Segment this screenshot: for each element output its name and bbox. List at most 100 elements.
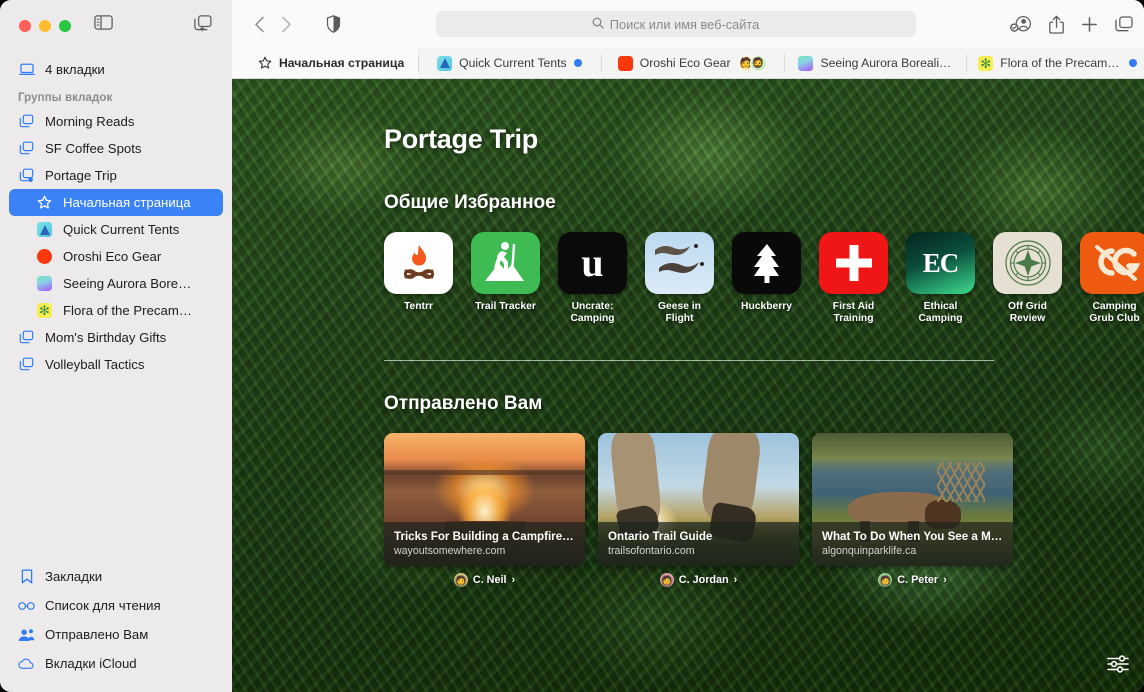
card-sender[interactable]: 🧑 C. Jordan ›: [598, 573, 799, 587]
sidebar-item-portage-trip[interactable]: Portage Trip: [9, 162, 223, 189]
favorite-label: Off Grid Review: [1008, 301, 1047, 324]
tab-oroshi-eco-gear[interactable]: Oroshi Eco Gear 🧑 🧔: [600, 48, 784, 78]
sidebar-item-volleyball-tactics[interactable]: Volleyball Tactics: [9, 351, 223, 378]
favicon-aurora-icon: [36, 275, 53, 292]
sidebar-item-seeing-aurora[interactable]: Seeing Aurora Bore…: [9, 270, 223, 297]
tab-group-icon: [18, 140, 35, 157]
address-bar[interactable]: Поиск или имя веб-сайта: [435, 11, 916, 37]
sidebar-item-flora-precambrian[interactable]: Flora of the Precam…: [9, 297, 223, 324]
sidebar-item-label: Morning Reads: [45, 114, 135, 129]
tab-participants: 🧑 🧔: [737, 54, 767, 72]
red-cross-logo-icon: [819, 232, 888, 294]
card-title: Ontario Trail Guide: [608, 530, 713, 543]
tab-label: Oroshi Eco Gear: [639, 56, 731, 70]
tab-group-icon: [18, 329, 35, 346]
profile-icon[interactable]: [1010, 15, 1032, 33]
chevron-right-icon: ›: [943, 574, 947, 586]
favorite-geese-in-flight[interactable]: Geese in Flight: [645, 232, 714, 324]
tab-seeing-aurora-borealis[interactable]: Seeing Aurora Boreali…: [783, 48, 967, 78]
shared-card[interactable]: Ontario Trail Guide trailsofontario.com: [598, 433, 799, 566]
forward-icon[interactable]: [273, 16, 300, 33]
sidebar-item-start-page[interactable]: Начальная страница: [9, 189, 223, 216]
sidebar-item-reading-list[interactable]: Список для чтения: [9, 591, 223, 620]
tab-flora-of-the-precambrian[interactable]: Flora of the Precambi…: [966, 48, 1144, 78]
favorite-label: Uncrate: Camping: [570, 301, 615, 324]
favorite-camping-grub-club[interactable]: Camping Grub Club: [1080, 232, 1144, 324]
card-url: algonquinparklife.ca: [822, 545, 917, 557]
plus-icon[interactable]: [1081, 16, 1098, 33]
avatar: 🧔: [749, 54, 767, 72]
sidebar-item-local-tabs[interactable]: 4 вкладки: [9, 56, 223, 83]
unread-indicator: [573, 59, 582, 67]
minimize-button[interactable]: [39, 20, 51, 32]
share-icon[interactable]: [1049, 15, 1064, 34]
sidebar-item-label: 4 вкладки: [45, 62, 105, 77]
sidebar-item-oroshi-eco-gear[interactable]: Oroshi Eco Gear: [9, 243, 223, 270]
favorite-uncrate-camping[interactable]: u Uncrate: Camping: [558, 232, 627, 324]
favorite-first-aid-training[interactable]: First Aid Training: [819, 232, 888, 324]
close-button[interactable]: [19, 20, 31, 32]
favorite-label: Huckberry: [741, 301, 792, 312]
favorite-label: Ethical Camping: [918, 301, 963, 324]
sidebar-item-bookmarks[interactable]: Закладки: [9, 562, 223, 591]
favicon-flora-icon: [978, 55, 994, 71]
browser-toolbar: Поиск или имя веб-сайта: [232, 0, 1144, 48]
sender-name: C. Peter: [897, 574, 939, 586]
favorite-huckberry[interactable]: Huckberry: [732, 232, 801, 324]
card-caption: Ontario Trail Guide trailsofontario.com: [598, 522, 799, 566]
sidebar-item-icloud-tabs[interactable]: Вкладки iCloud: [9, 649, 223, 678]
sidebar-item-label: Seeing Aurora Bore…: [63, 276, 192, 291]
card-sender[interactable]: 🧑 C. Neil ›: [384, 573, 585, 587]
favorite-ethical-camping[interactable]: EC Ethical Camping: [906, 232, 975, 324]
tab-group-icon: [18, 356, 35, 373]
card-url: trailsofontario.com: [608, 545, 695, 557]
avatar: 🧑: [878, 573, 893, 587]
sidebar-item-label: Начальная страница: [63, 195, 191, 210]
sidebar: 4 вкладки Группы вкладок Morning Reads S…: [0, 0, 232, 692]
ec-monogram-logo-icon: EC: [906, 232, 975, 294]
sidebar-item-quick-current-tents[interactable]: Quick Current Tents: [9, 216, 223, 243]
tab-bar: Начальная страница Quick Current Tents O…: [232, 48, 1144, 79]
star-icon: [36, 194, 53, 211]
tab-overview-icon[interactable]: [1115, 15, 1133, 33]
favorite-off-grid-review[interactable]: Off Grid Review: [993, 232, 1062, 324]
card-sender[interactable]: 🧑 C. Peter ›: [812, 573, 1013, 587]
favorite-label: Geese in Flight: [658, 301, 701, 324]
start-page: Portage Trip Общие Избранное Tentrr Trai…: [232, 79, 1144, 692]
privacy-shield-icon[interactable]: [326, 15, 341, 33]
avatar: 🧑: [453, 573, 468, 587]
sidebar-item-label: Flora of the Precam…: [63, 303, 192, 318]
sidebar-item-moms-birthday-gifts[interactable]: Mom's Birthday Gifts: [9, 324, 223, 351]
search-icon: [592, 17, 604, 32]
sidebar-toggle-icon[interactable]: [94, 15, 113, 35]
card-caption: Tricks For Building a Campfire—F… wayout…: [384, 522, 585, 566]
start-page-settings-icon[interactable]: [1104, 650, 1132, 678]
safari-window: 4 вкладки Группы вкладок Morning Reads S…: [0, 0, 1144, 692]
zoom-button[interactable]: [59, 20, 71, 32]
sidebar-item-shared-with-you[interactable]: Отправлено Вам: [9, 620, 223, 649]
tab-group-icon: [18, 113, 35, 130]
favicon-tents-icon: [36, 221, 53, 238]
sidebar-section-header: Группы вкладок: [18, 92, 113, 104]
tab-quick-current-tents[interactable]: Quick Current Tents: [418, 48, 601, 78]
shared-card[interactable]: Tricks For Building a Campfire—F… wayout…: [384, 433, 585, 566]
card-url: wayoutsomewhere.com: [394, 545, 506, 557]
glasses-icon: [18, 597, 35, 614]
sidebar-item-morning-reads[interactable]: Morning Reads: [9, 108, 223, 135]
shared-card[interactable]: What To Do When You See a Moo… algonquin…: [812, 433, 1013, 566]
favorite-label: Trail Tracker: [475, 301, 536, 312]
card-caption: What To Do When You See a Moo… algonquin…: [812, 522, 1013, 566]
pine-tree-logo-icon: [732, 232, 801, 294]
sidebar-item-label: Список для чтения: [45, 598, 161, 613]
back-icon[interactable]: [246, 16, 273, 33]
new-tab-group-icon[interactable]: [194, 15, 212, 37]
section-divider: [384, 360, 994, 361]
favorite-trail-tracker[interactable]: Trail Tracker: [471, 232, 540, 324]
shared-with-you-cards: Tricks For Building a Campfire—F… wayout…: [384, 433, 1144, 566]
sidebar-item-sf-coffee-spots[interactable]: SF Coffee Spots: [9, 135, 223, 162]
cg-monogram-logo-icon: [1080, 232, 1144, 294]
favorite-tentrr[interactable]: Tentrr: [384, 232, 453, 324]
sidebar-item-label: Закладки: [45, 569, 103, 584]
favorite-label: Tentrr: [404, 301, 433, 312]
tab-start-page[interactable]: Начальная страница: [232, 48, 418, 78]
